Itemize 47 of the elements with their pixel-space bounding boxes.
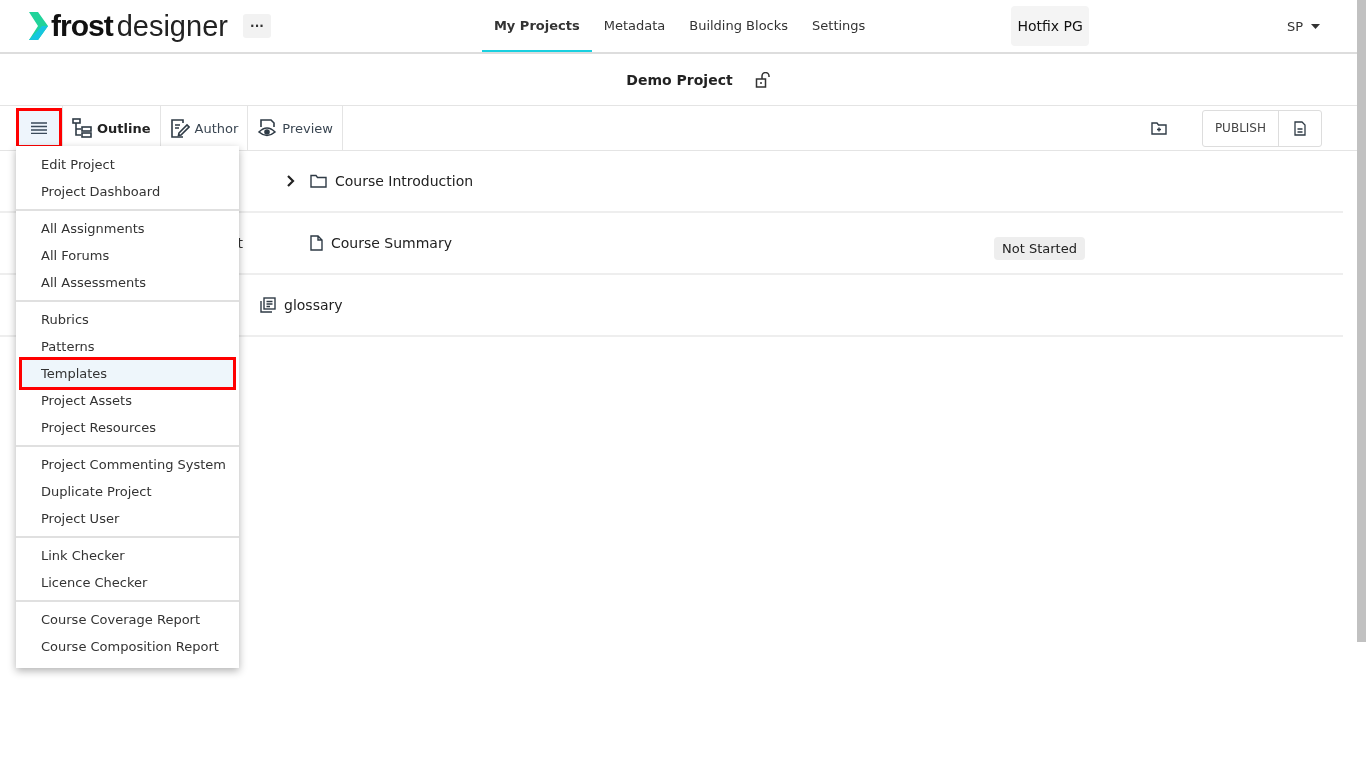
document-icon: [310, 235, 323, 251]
nav-tab[interactable]: Metadata: [591, 0, 678, 52]
document-icon: [1294, 120, 1306, 136]
menu-item[interactable]: Duplicate Project: [19, 478, 236, 505]
view-tab[interactable]: Preview: [247, 106, 343, 150]
menu-item[interactable]: Project Commenting System: [19, 451, 236, 478]
logo-text: frost: [51, 9, 113, 43]
menu-item[interactable]: Project User: [19, 505, 236, 532]
tree-icon: [72, 118, 92, 138]
logo-icon: [27, 10, 49, 42]
menu-item[interactable]: Templates: [19, 357, 236, 390]
outline-item[interactable]: Course Summary: [331, 235, 452, 251]
menu-item[interactable]: Course Composition Report: [19, 633, 236, 660]
menu-item[interactable]: Patterns: [19, 333, 236, 360]
environment-button[interactable]: Hotfix PG: [1011, 6, 1089, 46]
menu-item[interactable]: Link Checker: [19, 542, 236, 569]
menu-item[interactable]: All Assessments: [19, 269, 236, 296]
nav-tab[interactable]: My Projects: [481, 0, 592, 52]
glossary-icon: [260, 297, 276, 313]
outline-item[interactable]: glossary: [284, 297, 343, 313]
logo-text: designer: [116, 9, 228, 43]
user-menu[interactable]: SP: [1286, 18, 1320, 34]
outline-item[interactable]: Course Introduction: [335, 173, 474, 189]
menu-item[interactable]: Project Dashboard: [19, 178, 236, 205]
menu-item[interactable]: Project Assets: [19, 387, 236, 414]
menu-item[interactable]: Edit Project: [19, 151, 236, 178]
menu-icon: [31, 122, 47, 134]
caret-icon: [1311, 23, 1320, 29]
eye-document-icon: [257, 118, 278, 138]
menu-item[interactable]: All Forums: [19, 242, 236, 269]
menu-item[interactable]: All Assignments: [19, 215, 236, 242]
menu-button[interactable]: [16, 108, 62, 148]
unlocked-lock-icon[interactable]: [754, 71, 771, 88]
edit-document-icon: [169, 118, 190, 138]
menu-item[interactable]: Licence Checker: [19, 569, 236, 596]
chevron-right-icon[interactable]: [286, 175, 296, 187]
menu-item[interactable]: Project Resources: [19, 414, 236, 441]
nav-tab[interactable]: Settings: [800, 0, 878, 52]
status-badge: Not Started: [994, 237, 1085, 260]
more-button[interactable]: ···: [242, 14, 271, 38]
nav-tab[interactable]: Building Blocks: [677, 0, 801, 52]
menu-item[interactable]: Course Coverage Report: [19, 606, 236, 633]
scrollbar[interactable]: [1357, 0, 1366, 642]
menu-item[interactable]: Rubrics: [19, 306, 236, 333]
project-title: Demo Project: [626, 71, 733, 88]
add-folder-icon[interactable]: [1150, 121, 1167, 135]
folder-icon: [310, 174, 327, 188]
